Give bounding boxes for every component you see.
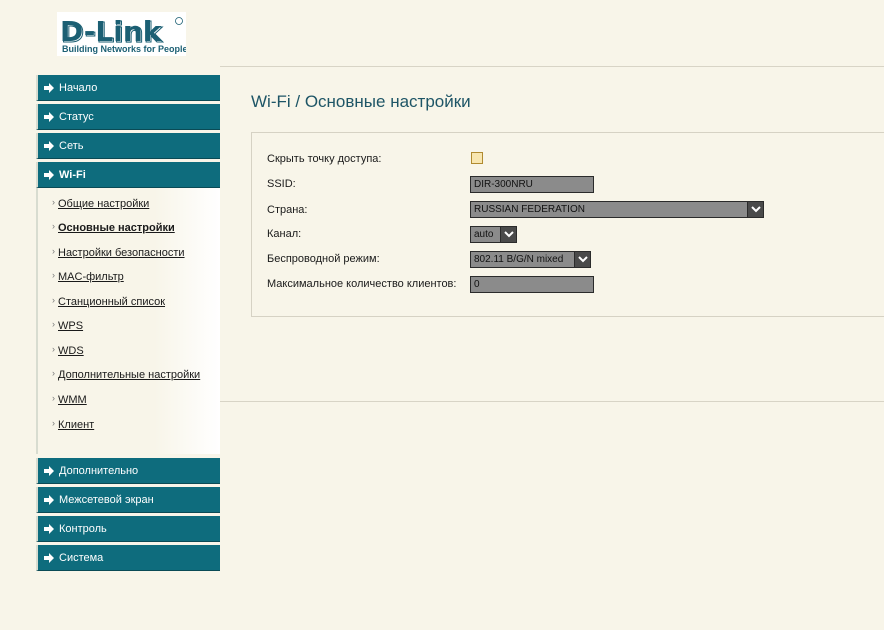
- bullet-icon: ›: [52, 270, 55, 280]
- chevron-down-icon[interactable]: [574, 252, 590, 267]
- svg-text:Building Networks for People: Building Networks for People: [62, 44, 186, 54]
- sidebar-item-status[interactable]: Статус: [36, 104, 220, 130]
- sidebar-item-label: Межсетевой экран: [59, 494, 154, 506]
- sidebar-item-label: Wi-Fi: [59, 169, 86, 181]
- wireless-mode-label: Беспроводной режим:: [267, 253, 380, 265]
- submenu-item-mac-filter[interactable]: MAC-фильтр ›: [52, 270, 124, 283]
- bullet-icon: ›: [52, 197, 55, 207]
- channel-select[interactable]: auto: [470, 226, 517, 243]
- submenu-item-wds[interactable]: WDS ›: [52, 344, 84, 357]
- sidebar-item-label: Сеть: [59, 140, 84, 152]
- wireless-mode-select[interactable]: 802.11 B/G/N mixed: [470, 251, 591, 268]
- bullet-icon: ›: [52, 295, 55, 305]
- chevron-down-icon[interactable]: [500, 227, 516, 242]
- sidebar-item-control[interactable]: Контроль: [36, 516, 220, 542]
- arrow-right-icon: [44, 141, 54, 151]
- sidebar-item-firewall[interactable]: Межсетевой экран: [36, 487, 220, 513]
- sidebar-item-system[interactable]: Система: [36, 545, 220, 571]
- content-bottom-divider: [220, 401, 884, 402]
- country-label: Страна:: [267, 204, 308, 216]
- submenu-item-wmm[interactable]: WMM ›: [52, 393, 87, 406]
- submenu-item-general[interactable]: Общие настройки ›: [52, 197, 149, 210]
- bullet-icon: ›: [52, 246, 55, 256]
- ssid-label: SSID:: [267, 178, 296, 190]
- bullet-icon: ›: [52, 344, 55, 354]
- content-top-divider: [220, 66, 884, 67]
- channel-label: Канал:: [267, 228, 302, 240]
- max-clients-input[interactable]: 0: [470, 276, 594, 293]
- max-clients-label: Максимальное количество клиентов:: [267, 278, 457, 290]
- sidebar-item-network[interactable]: Сеть: [36, 133, 220, 159]
- bullet-icon: ›: [52, 221, 55, 231]
- wireless-mode-value: 802.11 B/G/N mixed: [474, 254, 564, 265]
- arrow-right-icon: [44, 170, 54, 180]
- sidebar-item-label: Статус: [59, 111, 94, 123]
- arrow-right-icon: [44, 466, 54, 476]
- submenu-item-security[interactable]: Настройки безопасности ›: [52, 246, 185, 259]
- sidebar-item-label: Система: [59, 552, 104, 564]
- country-value: RUSSIAN FEDERATION: [474, 204, 585, 215]
- bullet-icon: ›: [52, 319, 55, 329]
- submenu-item-advanced[interactable]: Дополнительные настройки ›: [52, 368, 200, 381]
- sidebar-menu: Начало Статус Сеть Wi-Fi Общие настройки…: [36, 75, 220, 574]
- bullet-icon: ›: [52, 393, 55, 403]
- bullet-icon: ›: [52, 368, 55, 378]
- submenu-item-client[interactable]: Клиент ›: [52, 418, 94, 431]
- sidebar-item-label: Дополнительно: [59, 465, 139, 477]
- arrow-right-icon: [44, 553, 54, 563]
- sidebar-item-start[interactable]: Начало: [36, 75, 220, 101]
- sidebar-item-label: Начало: [59, 82, 98, 94]
- submenu-item-wps[interactable]: WPS ›: [52, 319, 83, 332]
- bullet-icon: [60, 313, 62, 317]
- sidebar-item-advanced[interactable]: Дополнительно: [36, 458, 220, 484]
- chevron-down-icon[interactable]: [747, 202, 763, 217]
- arrow-right-icon: [44, 524, 54, 534]
- arrow-right-icon: [44, 112, 54, 122]
- bullet-icon: ›: [52, 418, 55, 428]
- sidebar-item-wifi[interactable]: Wi-Fi: [36, 162, 220, 188]
- hide-ap-label: Скрыть точку доступа:: [267, 153, 382, 165]
- dlink-logo: D-Link D-Link Building Networks for Peop…: [57, 12, 186, 56]
- arrow-right-icon: [44, 83, 54, 93]
- wifi-submenu: Общие настройки › Основные настройки › Нас…: [36, 188, 220, 454]
- page-title: Wi-Fi / Основные настройки: [251, 92, 471, 111]
- channel-value: auto: [474, 229, 494, 240]
- country-select[interactable]: RUSSIAN FEDERATION: [470, 201, 764, 218]
- sidebar-item-label: Контроль: [59, 523, 107, 535]
- arrow-right-icon: [44, 495, 54, 505]
- ssid-input[interactable]: DIR-300NRU: [470, 176, 594, 193]
- submenu-item-basic[interactable]: Основные настройки ›: [52, 221, 175, 234]
- submenu-item-station-list[interactable]: Станционный список ›: [52, 295, 165, 308]
- hide-ap-checkbox[interactable]: [471, 152, 483, 164]
